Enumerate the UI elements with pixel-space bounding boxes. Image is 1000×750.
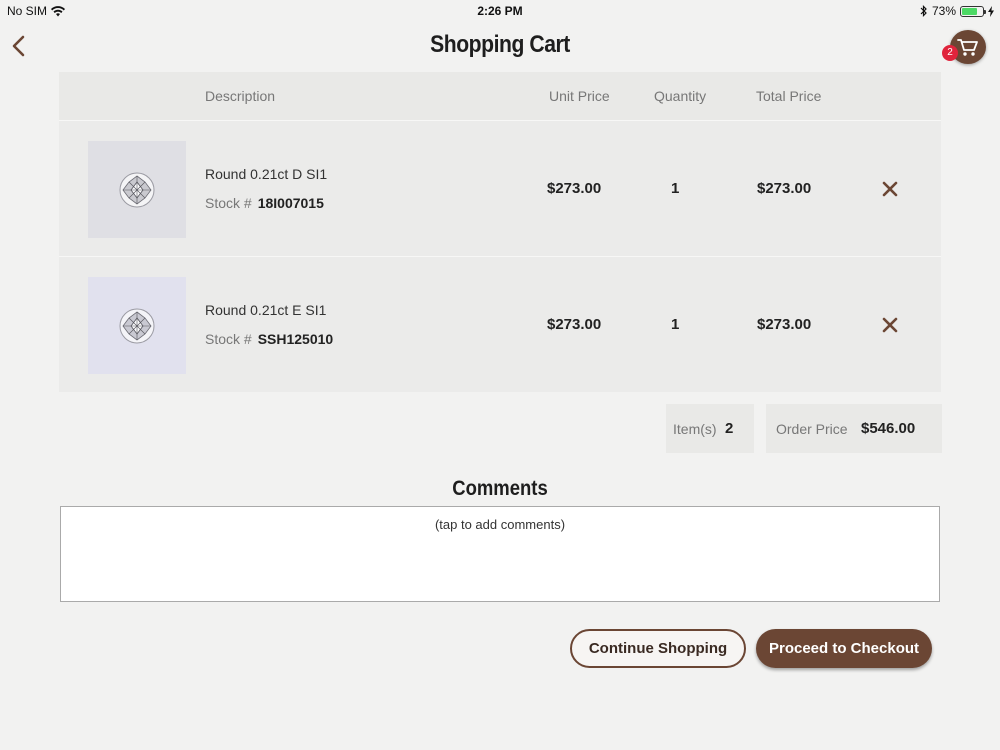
product-thumbnail[interactable] [88, 277, 186, 374]
diamond-image [119, 172, 155, 207]
battery-fill [962, 7, 977, 15]
column-header-total-price: Total Price [756, 88, 822, 104]
battery-percent: 73% [931, 4, 956, 18]
diamond-image [119, 308, 155, 343]
order-price-summary: Order Price $546.00 [766, 404, 942, 453]
shopping-cart-icon [957, 39, 978, 56]
close-icon [882, 317, 898, 333]
remove-item-button[interactable] [879, 178, 901, 200]
bluetooth-icon [920, 5, 927, 17]
column-header-unit-price: Unit Price [549, 88, 610, 104]
items-count: 2 [725, 420, 734, 437]
comments-title: Comments [452, 477, 548, 500]
chevron-left-icon [12, 35, 25, 57]
stock-number: SSH125010 [257, 331, 334, 347]
unit-price: $273.00 [547, 316, 602, 333]
stock-label: Stock # [205, 331, 252, 347]
items-label: Item(s) [673, 421, 717, 437]
stock-line: Stock # SSH125010 [205, 331, 333, 347]
cart-table: Description Unit Price Quantity Total Pr… [59, 72, 941, 392]
remove-item-button[interactable] [879, 314, 901, 336]
table-row: Round 0.21ct D SI1 Stock # 18I007015 $273… [59, 120, 941, 256]
close-icon [882, 181, 898, 197]
item-name: Round 0.21ct D SI1 [205, 166, 328, 182]
status-time: 2:26 PM [477, 4, 523, 18]
quantity[interactable]: 1 [671, 316, 679, 333]
total-price: $273.00 [757, 180, 812, 197]
battery-icon [960, 5, 986, 17]
order-price-label: Order Price [776, 421, 848, 437]
total-price: $273.00 [757, 316, 812, 333]
column-header-quantity: Quantity [654, 88, 707, 104]
item-name: Round 0.21ct E SI1 [205, 302, 327, 318]
page-title: Shopping Cart [430, 31, 570, 58]
quantity[interactable]: 1 [671, 180, 679, 197]
table-header: Description Unit Price Quantity Total Pr… [59, 72, 941, 120]
continue-shopping-button[interactable]: Continue Shopping [570, 629, 746, 668]
stock-number: 18I007015 [257, 195, 324, 211]
status-right: 73% [920, 4, 994, 18]
product-thumbnail[interactable] [88, 141, 186, 238]
charging-bolt-icon [988, 5, 994, 17]
back-button[interactable] [8, 32, 32, 60]
status-bar: No SIM 2:26 PM 73% [0, 0, 1000, 22]
stock-line: Stock # 18I007015 [205, 195, 324, 211]
unit-price: $273.00 [547, 180, 602, 197]
stock-label: Stock # [205, 195, 252, 211]
items-summary: Item(s) 2 [666, 404, 754, 453]
order-price-value: $546.00 [861, 420, 916, 437]
table-row: Round 0.21ct E SI1 Stock # SSH125010 $273… [59, 256, 941, 392]
cart-count-badge: 2 [942, 45, 958, 61]
column-header-description: Description [205, 88, 276, 104]
comments-input[interactable] [60, 506, 940, 602]
proceed-to-checkout-button[interactable]: Proceed to Checkout [756, 629, 932, 668]
